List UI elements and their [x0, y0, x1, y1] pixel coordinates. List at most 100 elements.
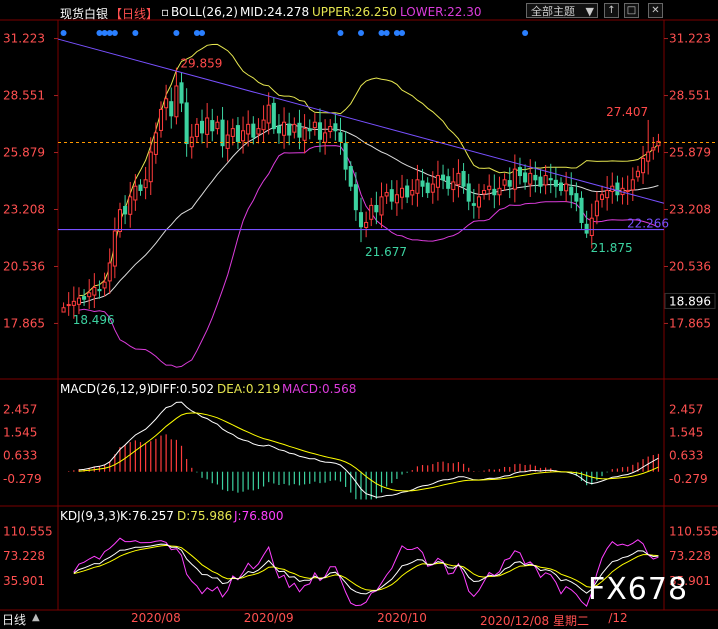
macd-value: MACD:0.568 [282, 382, 357, 396]
main-tick-label-left: 23.208 [3, 202, 45, 216]
theme-dropdown[interactable]: 全部主题 ▼ [526, 3, 598, 18]
macd-tick-label-left: 2.457 [3, 403, 37, 417]
symbol-title: 现货白银 [60, 7, 109, 21]
candle-body [574, 193, 579, 202]
cursor-date: 2020/12/08 星期二 [480, 614, 589, 628]
boll-label: BOLL(26,2) [171, 5, 238, 19]
signal-dot [193, 30, 200, 36]
candle-body [71, 300, 76, 306]
candle-body [353, 184, 358, 211]
pin-button[interactable]: ↑ [604, 3, 619, 18]
candle-body [589, 217, 594, 236]
candle-body [261, 119, 266, 131]
candle-body [246, 123, 251, 135]
candle-body [164, 98, 169, 109]
candle-body [323, 132, 328, 143]
candle-body [564, 183, 569, 192]
kdj-tick-label-right: 73.228 [669, 549, 711, 563]
macd-tick-label-left: -0.279 [3, 472, 42, 486]
candle-body [558, 182, 564, 191]
candle-body [194, 123, 199, 137]
macd-panel [68, 401, 660, 500]
kdj-j: J:76.800 [234, 509, 284, 523]
candle-body [348, 166, 353, 187]
main-tick-label-left: 25.879 [3, 146, 45, 160]
signal-dot [399, 30, 406, 36]
candle-body [328, 125, 333, 133]
signal-dot [60, 30, 67, 36]
maximize-button[interactable]: □ [624, 3, 639, 18]
kdj-panel [73, 537, 659, 607]
candle-body [343, 143, 348, 170]
candle-body [476, 196, 481, 208]
candle-body [502, 179, 507, 186]
candle-body [523, 172, 528, 183]
chevron-up-icon[interactable]: ▲ [32, 612, 40, 623]
candle-body [117, 209, 123, 232]
candle-body [651, 147, 656, 151]
candle-body [128, 196, 133, 215]
candle-body [102, 281, 107, 289]
candle-body [461, 170, 466, 187]
candle-body [405, 185, 410, 198]
candle-body [441, 174, 446, 181]
signal-dot [199, 30, 206, 36]
candle-body [446, 176, 451, 189]
candle-body [148, 151, 153, 183]
signal-dot [383, 30, 390, 36]
candle-body [594, 200, 599, 217]
candle-body [143, 179, 148, 189]
candle-body [379, 196, 384, 216]
candle-body [123, 205, 128, 215]
main-tick-label-right: 25.879 [669, 146, 711, 160]
candle-body [399, 187, 405, 198]
candle-body [517, 167, 523, 177]
candle-body [302, 128, 307, 141]
candle-body [635, 170, 640, 178]
x-label-aug: 2020/08 [131, 611, 181, 625]
candle-body [107, 262, 112, 282]
candle-body [184, 102, 189, 145]
candle-body [97, 288, 102, 292]
candle-body [548, 178, 553, 181]
macd-tick-label-right: -0.279 [669, 472, 708, 486]
watermark-logo: FX678 [588, 572, 689, 607]
candle-body [456, 172, 461, 186]
candle-body [76, 297, 81, 305]
candle-body [641, 157, 646, 174]
candle-body [533, 174, 538, 181]
candle-body [492, 188, 497, 196]
candle-body [553, 179, 558, 187]
candle-body [287, 123, 292, 136]
candle-body [543, 175, 548, 186]
candle-body [646, 151, 651, 162]
signal-dot [358, 30, 364, 36]
main-tick-label-right: 23.208 [669, 202, 711, 216]
candle-body [415, 179, 420, 194]
candle-body [625, 189, 630, 193]
mid-value: MID:24.278 [240, 5, 310, 19]
candle-body [138, 184, 143, 191]
candle-body [205, 117, 210, 135]
candle-body [297, 122, 302, 138]
candle-body [215, 121, 220, 130]
tab-daily[interactable]: 日线 [0, 611, 26, 627]
kdj-label: KDJ(9,3,3) [60, 509, 121, 523]
candle-body [497, 187, 502, 196]
candle-body [512, 168, 517, 190]
candle-body [158, 108, 164, 131]
settings-icon[interactable]: ▫ [161, 5, 169, 19]
candle-body [487, 185, 492, 191]
candle-body [153, 132, 158, 155]
signal-dot [393, 30, 400, 36]
candle-body [307, 128, 312, 132]
candle-body [389, 189, 394, 202]
main-tick-label-right: 20.536 [669, 259, 711, 273]
candle-body [538, 176, 543, 187]
candle-body [630, 179, 635, 191]
chevron-down-icon: ▼ [585, 5, 594, 18]
period-tag[interactable]: 【日线】 [110, 5, 158, 22]
close-button[interactable]: ✕ [648, 3, 663, 18]
candle-body [271, 102, 276, 130]
kdj-tick-label-left: 110.555 [3, 525, 53, 539]
